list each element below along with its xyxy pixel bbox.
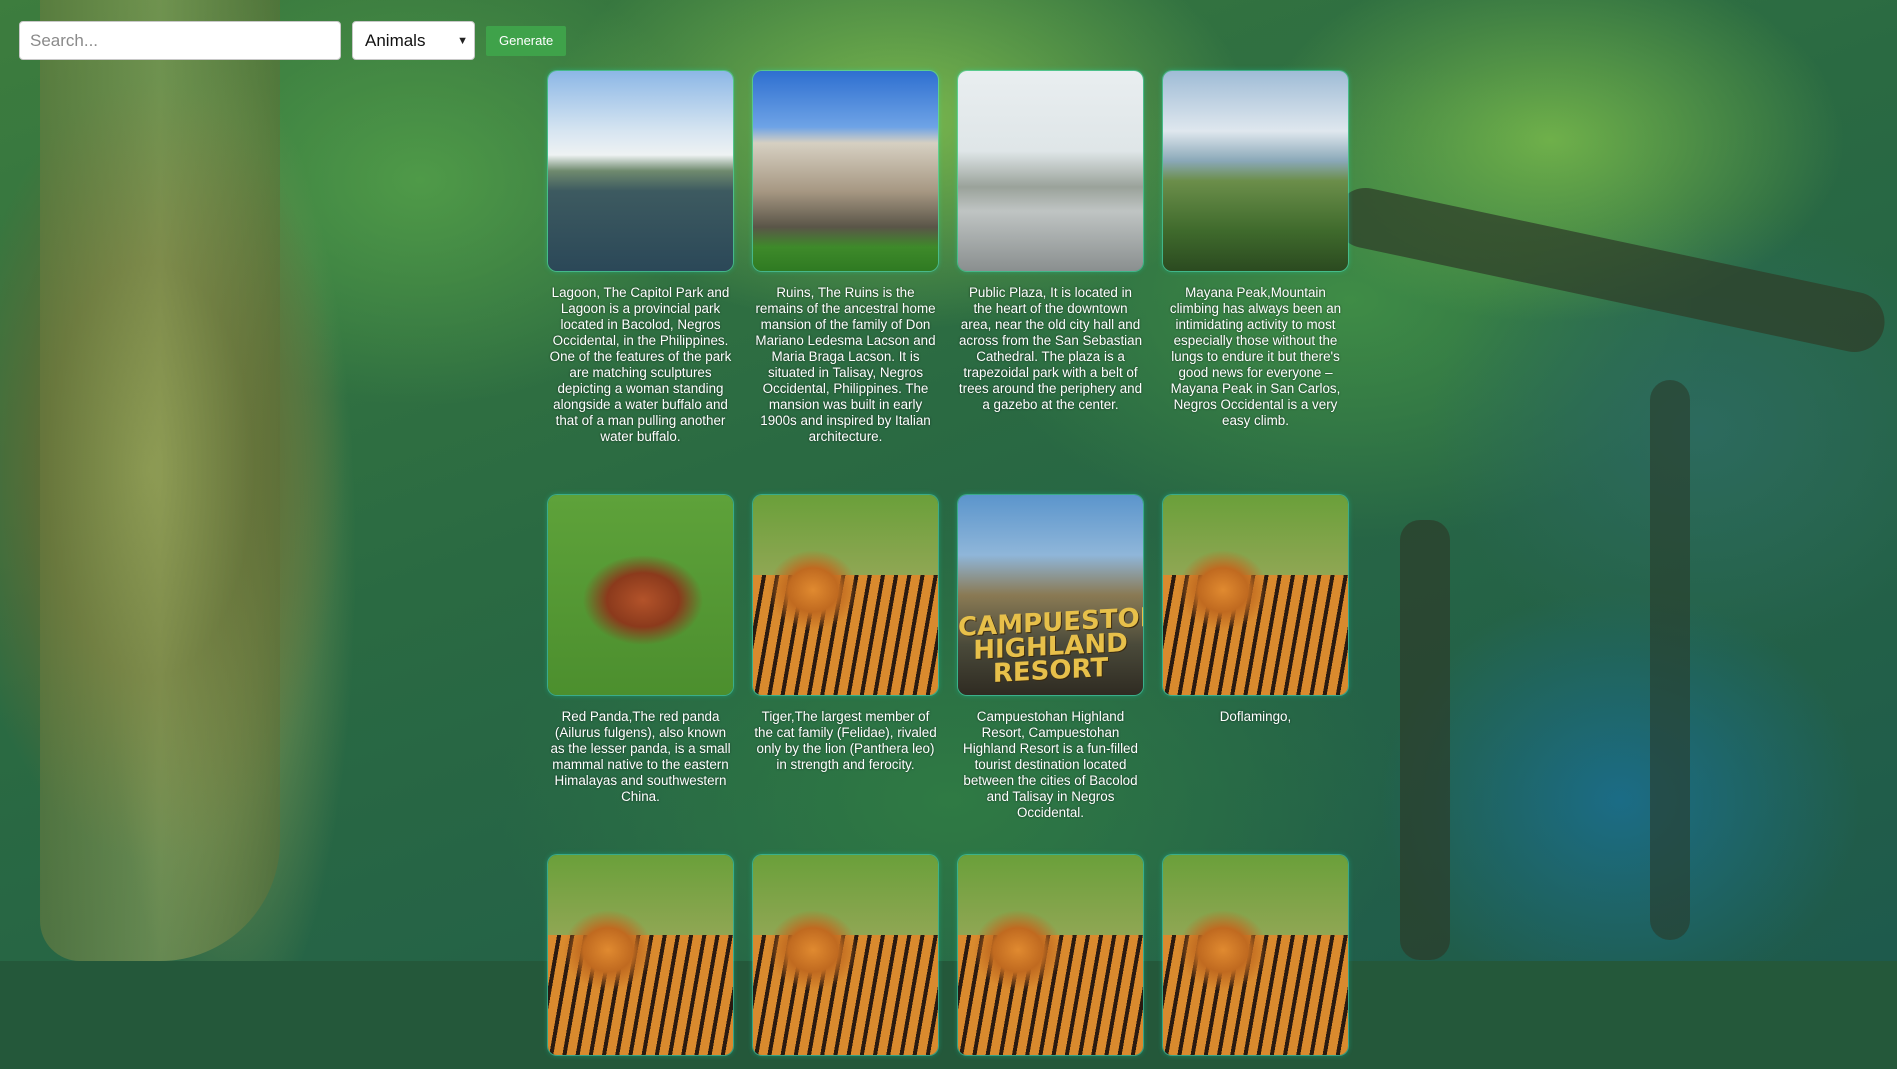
- card-description: Ruins, The Ruins is the remains of the a…: [755, 285, 936, 444]
- gallery-card[interactable]: CAMPUESTOHAN HIGHLAND RESORT Campuestoha…: [958, 495, 1143, 821]
- card-description: Lagoon, The Capitol Park and Lagoon is a…: [549, 285, 732, 444]
- card-description: Public Plaza, It is located in the heart…: [958, 285, 1143, 412]
- campuestohan-resort-photo[interactable]: CAMPUESTOHAN HIGHLAND RESORT: [958, 495, 1143, 695]
- capitol-lagoon-photo[interactable]: [548, 71, 733, 271]
- resort-sign-text: CAMPUESTOHAN HIGHLAND RESORT: [958, 599, 1143, 690]
- public-plaza-photo[interactable]: [958, 71, 1143, 271]
- red-panda-photo[interactable]: [548, 495, 733, 695]
- toolbar: Animals ▼ Generate: [19, 21, 567, 60]
- category-select-value: Animals: [365, 30, 426, 50]
- gallery-card[interactable]: Mayana Peak,Mountain climbing has always…: [1163, 71, 1348, 429]
- card-description: Mayana Peak,Mountain climbing has always…: [1169, 285, 1342, 428]
- chevron-down-icon: ▼: [457, 34, 468, 47]
- gallery-card[interactable]: [958, 855, 1143, 1069]
- card-description: Red Panda,The red panda (Ailurus fulgens…: [550, 709, 731, 804]
- category-select[interactable]: Animals ▼: [352, 21, 475, 60]
- tree-branch: [1650, 380, 1690, 940]
- tiger-photo[interactable]: [1163, 855, 1348, 1055]
- tree-branch: [1400, 520, 1450, 960]
- mayana-peak-photo[interactable]: [1163, 71, 1348, 271]
- tiger-photo[interactable]: [958, 855, 1143, 1055]
- gallery-card[interactable]: Lagoon, The Capitol Park and Lagoon is a…: [548, 71, 733, 445]
- generate-button[interactable]: Generate: [486, 25, 567, 56]
- tree-branch: [1329, 182, 1891, 358]
- tiger-photo[interactable]: [753, 495, 938, 695]
- gallery-card[interactable]: Doflamingo,: [1163, 495, 1348, 725]
- card-description: Campuestohan Highland Resort, Campuestoh…: [963, 709, 1138, 820]
- gallery-card[interactable]: [753, 855, 938, 1069]
- the-ruins-photo[interactable]: [753, 71, 938, 271]
- tiger-photo[interactable]: [1163, 495, 1348, 695]
- gallery-card[interactable]: Public Plaza, It is located in the heart…: [958, 71, 1143, 413]
- tiger-photo[interactable]: [753, 855, 938, 1055]
- gallery-card[interactable]: [1163, 855, 1348, 1069]
- card-description: Tiger,The largest member of the cat fami…: [754, 709, 937, 772]
- jungle-background: [0, 0, 1897, 961]
- card-description: Doflamingo,: [1219, 709, 1292, 724]
- gallery-card[interactable]: Ruins, The Ruins is the remains of the a…: [753, 71, 938, 445]
- tiger-photo[interactable]: [548, 855, 733, 1055]
- gallery-card[interactable]: [548, 855, 733, 1069]
- search-input[interactable]: [19, 21, 341, 60]
- tree-trunk: [40, 0, 280, 961]
- gallery-card[interactable]: Tiger,The largest member of the cat fami…: [753, 495, 938, 773]
- gallery-card[interactable]: Red Panda,The red panda (Ailurus fulgens…: [548, 495, 733, 805]
